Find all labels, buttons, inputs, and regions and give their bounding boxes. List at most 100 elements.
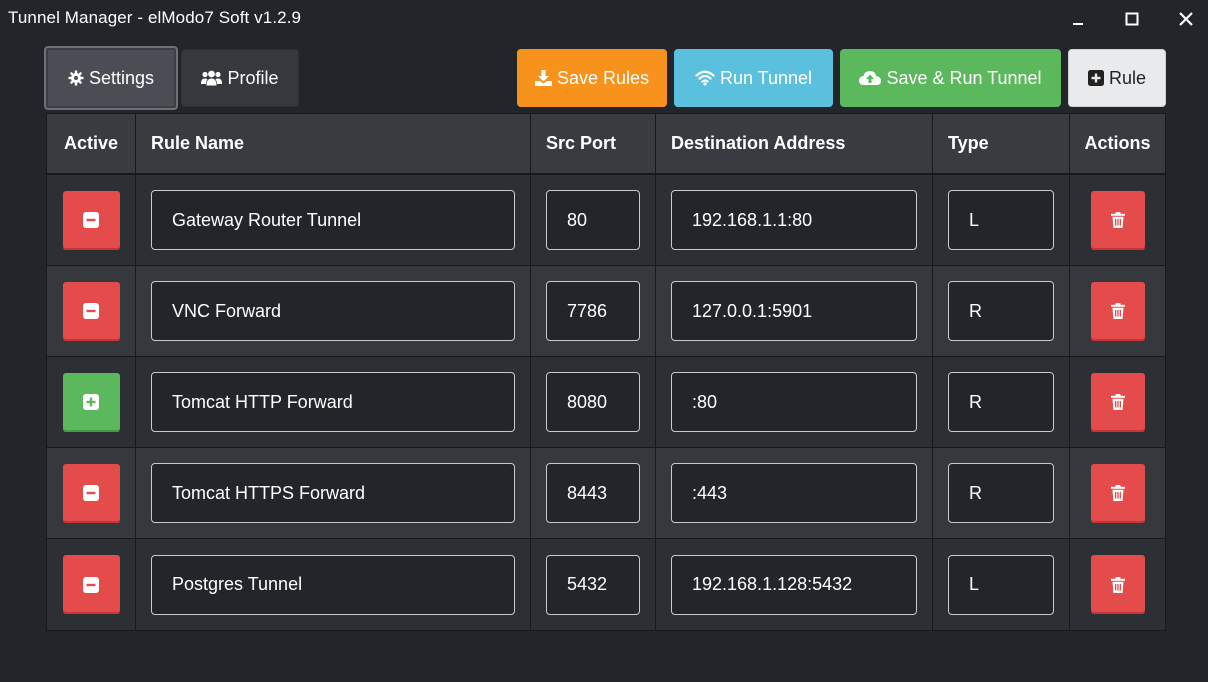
type-cell: L (933, 539, 1070, 630)
table-header: Active Rule Name Src Port Destination Ad… (47, 114, 1165, 175)
run-tunnel-button[interactable]: Run Tunnel (674, 49, 833, 107)
src-port-input[interactable]: 5432 (546, 554, 640, 615)
delete-rule-button[interactable] (1090, 190, 1145, 250)
save-and-run-button[interactable]: Save & Run Tunnel (840, 49, 1061, 107)
settings-label: Settings (88, 67, 155, 88)
destination-input[interactable]: :80 (671, 372, 917, 432)
deactivate-toggle-button[interactable] (62, 555, 120, 614)
type-input[interactable]: R (948, 463, 1054, 523)
rule-name-cell: VNC Forward (136, 266, 531, 356)
type-cell: R (933, 266, 1070, 356)
delete-rule-button[interactable] (1090, 372, 1145, 432)
header-destination: Destination Address (656, 114, 933, 173)
header-active: Active (47, 114, 136, 173)
run-tunnel-label: Run Tunnel (719, 67, 813, 88)
profile-button[interactable]: Profile (181, 49, 299, 107)
minus-square-icon (83, 212, 99, 228)
table-row: Postgres Tunnel 5432 192.168.1.128:5432 L (47, 539, 1165, 630)
src-port-input[interactable]: 8080 (546, 372, 640, 432)
destination-input[interactable]: 192.168.1.128:5432 (671, 554, 917, 615)
users-icon (201, 70, 223, 86)
type-input[interactable]: R (948, 372, 1054, 432)
add-rule-button[interactable]: Rule (1068, 49, 1166, 107)
save-rules-button[interactable]: Save Rules (517, 49, 667, 107)
delete-rule-button[interactable] (1090, 281, 1145, 341)
header-actions: Actions (1084, 133, 1151, 153)
destination-cell: 192.168.1.128:5432 (656, 539, 933, 630)
active-cell (47, 539, 136, 630)
src-port-cell: 8443 (531, 448, 656, 538)
title-bar: Tunnel Manager - elModo7 Soft v1.2.9 (0, 0, 1208, 38)
gear-icon (68, 70, 84, 86)
table-row: Gateway Router Tunnel 80 192.168.1.1:80 L (47, 175, 1165, 266)
rule-name-cell: Postgres Tunnel (136, 539, 531, 630)
type-input[interactable]: R (948, 281, 1054, 341)
minus-square-icon (83, 576, 99, 593)
trash-icon (1110, 303, 1125, 319)
trash-icon (1110, 485, 1125, 501)
destination-input[interactable]: :443 (671, 463, 917, 523)
maximize-icon (1125, 12, 1139, 26)
trash-icon (1110, 394, 1125, 410)
save-rules-label: Save Rules (556, 67, 650, 88)
deactivate-toggle-button[interactable] (62, 463, 120, 523)
active-cell (47, 448, 136, 538)
window-title: Tunnel Manager - elModo7 Soft v1.2.9 (8, 8, 302, 27)
trash-icon (1110, 576, 1125, 593)
type-cell: R (933, 448, 1070, 538)
plus-square-icon (83, 394, 99, 410)
activate-toggle-button[interactable] (62, 372, 120, 432)
settings-button[interactable]: Settings (44, 46, 178, 110)
type-input[interactable]: L (948, 190, 1054, 250)
close-button[interactable] (1166, 4, 1206, 34)
minimize-button[interactable] (1058, 4, 1098, 34)
wifi-icon (695, 70, 715, 86)
destination-cell: 192.168.1.1:80 (656, 175, 933, 265)
deactivate-toggle-button[interactable] (62, 190, 120, 250)
delete-rule-button[interactable] (1090, 555, 1145, 614)
src-port-input[interactable]: 7786 (546, 281, 640, 341)
actions-cell (1070, 175, 1165, 265)
rule-name-cell: Tomcat HTTPS Forward (136, 448, 531, 538)
destination-input[interactable]: 192.168.1.1:80 (671, 190, 917, 250)
minus-square-icon (83, 303, 99, 319)
rule-name-input[interactable]: Postgres Tunnel (151, 554, 515, 615)
active-cell (47, 175, 136, 265)
maximize-button[interactable] (1112, 4, 1152, 34)
header-src-port: Src Port (531, 114, 656, 173)
rule-name-input[interactable]: Gateway Router Tunnel (151, 190, 515, 250)
rule-name-cell: Gateway Router Tunnel (136, 175, 531, 265)
src-port-input[interactable]: 8443 (546, 463, 640, 523)
active-cell (47, 266, 136, 356)
rule-name-input[interactable]: Tomcat HTTPS Forward (151, 463, 515, 523)
actions-cell (1070, 448, 1165, 538)
src-port-cell: 7786 (531, 266, 656, 356)
rule-name-input[interactable]: VNC Forward (151, 281, 515, 341)
type-cell: R (933, 357, 1070, 447)
download-icon (534, 70, 552, 86)
plus-square-icon (1087, 70, 1104, 86)
header-type: Type (933, 114, 1070, 173)
type-cell: L (933, 175, 1070, 265)
save-and-run-label: Save & Run Tunnel (886, 67, 1042, 88)
actions-cell (1070, 357, 1165, 447)
rule-name-input[interactable]: Tomcat HTTP Forward (151, 372, 515, 432)
src-port-cell: 5432 (531, 539, 656, 630)
type-input[interactable]: L (948, 554, 1054, 615)
table-row: VNC Forward 7786 127.0.0.1:5901 R (47, 266, 1165, 357)
actions-cell (1070, 266, 1165, 356)
destination-input[interactable]: 127.0.0.1:5901 (671, 281, 917, 341)
src-port-cell: 8080 (531, 357, 656, 447)
destination-cell: :80 (656, 357, 933, 447)
trash-icon (1110, 212, 1125, 228)
src-port-input[interactable]: 80 (546, 190, 640, 250)
minus-square-icon (83, 485, 99, 501)
table-row: Tomcat HTTPS Forward 8443 :443 R (47, 448, 1165, 539)
rule-name-cell: Tomcat HTTP Forward (136, 357, 531, 447)
delete-rule-button[interactable] (1090, 463, 1145, 523)
cloud-upload-icon (859, 70, 882, 86)
add-rule-label: Rule (1108, 67, 1147, 88)
actions-cell (1070, 539, 1165, 630)
deactivate-toggle-button[interactable] (62, 281, 120, 341)
src-port-cell: 80 (531, 175, 656, 265)
